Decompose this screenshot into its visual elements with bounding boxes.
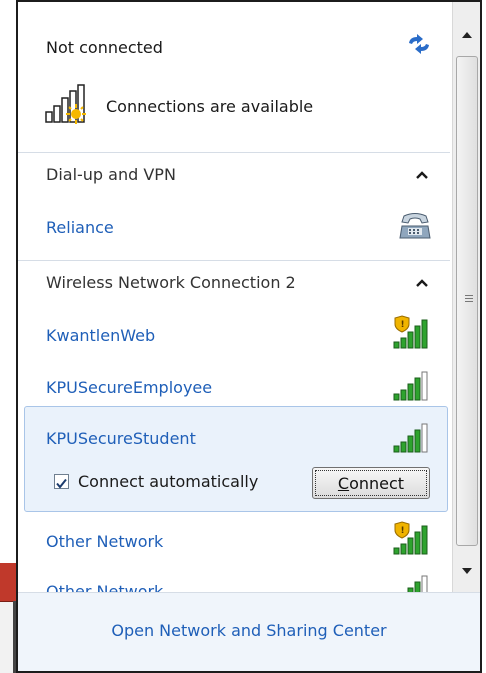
network-flyout: Not connected Connections are available …	[16, 0, 482, 673]
telephone-modem-icon	[398, 212, 432, 246]
network-item-other-2[interactable]: Other Network	[46, 582, 163, 592]
dialup-item-reliance[interactable]: Reliance	[46, 218, 114, 237]
checkmark-icon	[56, 478, 67, 489]
background-window	[0, 563, 16, 673]
grip-line	[465, 301, 473, 302]
signal-bars-available-icon	[44, 84, 86, 128]
scroll-up-arrow-icon	[462, 32, 472, 38]
open-network-sharing-center-link[interactable]: Open Network and Sharing Center	[18, 621, 480, 640]
status-title: Not connected	[46, 38, 163, 57]
svg-text:!: !	[401, 526, 405, 536]
refresh-icon[interactable]	[406, 34, 432, 58]
svg-text:!: !	[401, 320, 405, 330]
network-item-kpusecureemployee[interactable]: KPUSecureEmployee	[46, 378, 212, 397]
divider	[18, 260, 450, 261]
connect-automatically-label[interactable]: Connect automatically	[78, 472, 258, 491]
scroll-thumb[interactable]	[456, 56, 478, 546]
wifi-signal-icon	[392, 366, 434, 406]
flyout-footer: Open Network and Sharing Center	[18, 592, 480, 671]
scroll-down-button[interactable]	[455, 560, 479, 582]
scroll-down-arrow-icon	[462, 568, 472, 574]
grip-line	[465, 295, 473, 296]
network-list: Not connected Connections are available …	[18, 2, 450, 592]
scroll-up-button[interactable]	[455, 24, 479, 46]
wifi-signal-unsecured-icon: !	[392, 520, 434, 560]
chevron-up-icon[interactable]	[416, 171, 428, 181]
status-message: Connections are available	[106, 97, 314, 116]
connect-automatically-checkbox[interactable]	[54, 474, 69, 489]
network-item-other-1[interactable]: Other Network	[46, 532, 163, 551]
wifi-signal-icon	[392, 570, 434, 592]
section-header-wireless[interactable]: Wireless Network Connection 2	[46, 273, 296, 292]
grip-line	[465, 298, 473, 299]
background-window-titlebar	[0, 563, 16, 602]
network-item-kwantlenweb[interactable]: KwantlenWeb	[46, 326, 155, 345]
divider	[18, 152, 450, 153]
connect-button-access-key: C	[337, 473, 350, 493]
wifi-signal-icon	[392, 418, 434, 458]
section-header-dialup[interactable]: Dial-up and VPN	[46, 165, 176, 184]
network-item-kpusecurestudent[interactable]: KPUSecureStudent	[46, 429, 196, 448]
wifi-signal-unsecured-icon: !	[392, 314, 434, 354]
vertical-scrollbar[interactable]	[452, 2, 480, 592]
connect-button[interactable]: Connect	[312, 467, 430, 499]
chevron-up-icon[interactable]	[416, 279, 428, 289]
connect-button-label-rest: onnect	[349, 473, 405, 493]
